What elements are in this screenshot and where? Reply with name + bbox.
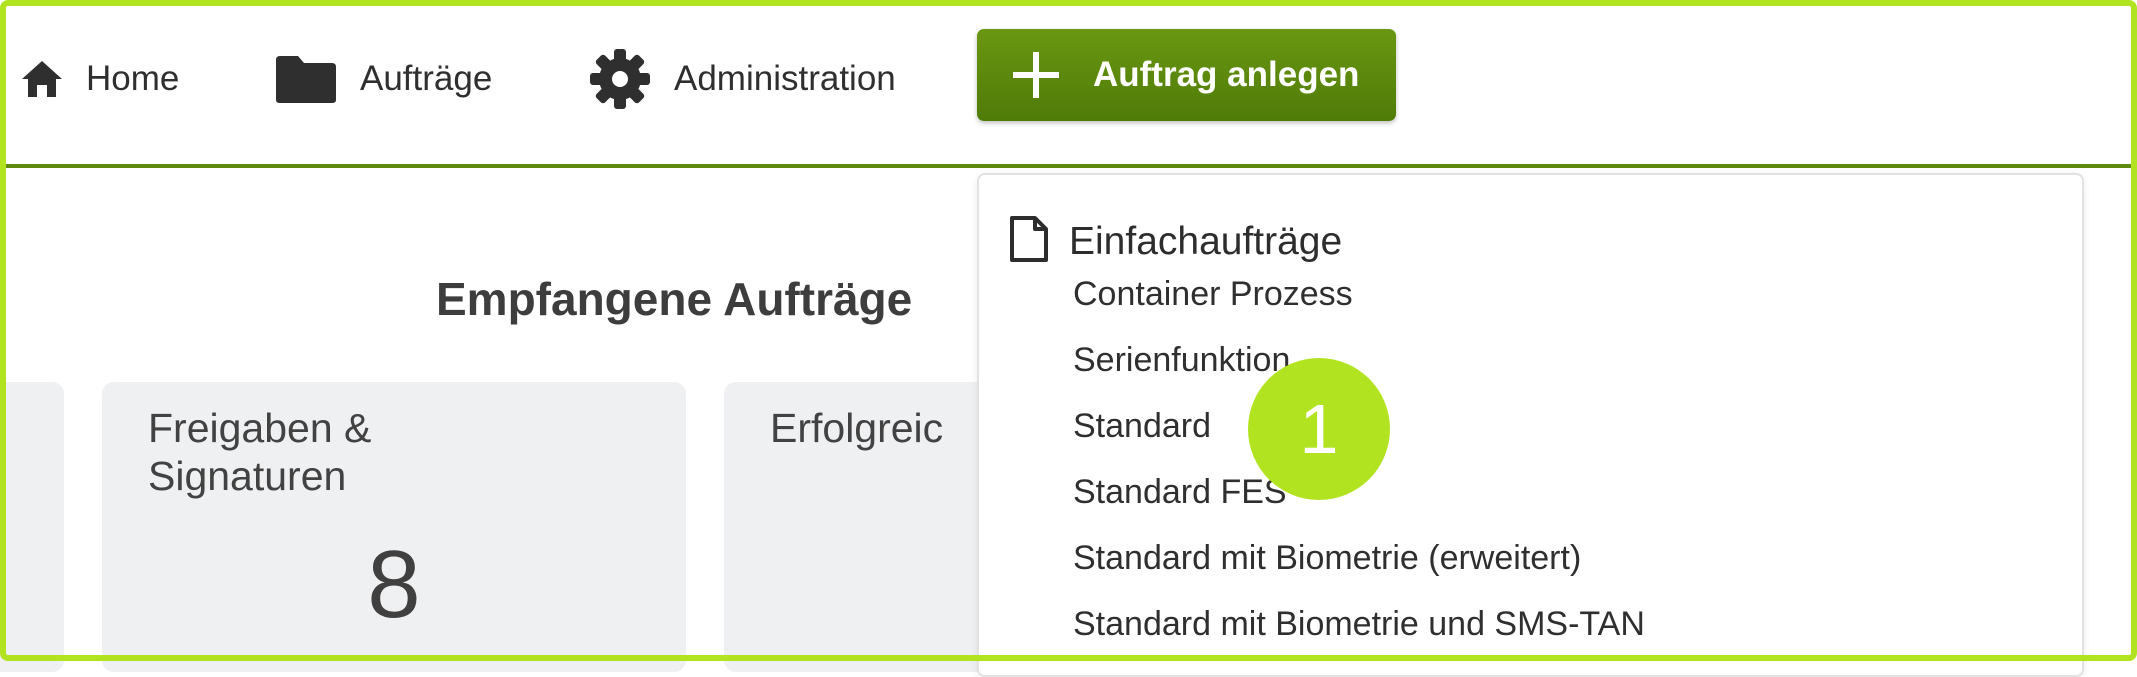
dropdown-item-standard[interactable]: Standard bbox=[1073, 407, 1211, 446]
nav-home[interactable]: Home bbox=[20, 44, 179, 114]
approvals-count: 8 bbox=[367, 531, 421, 638]
dropdown-item-series-function[interactable]: Serienfunktion bbox=[1073, 341, 1290, 380]
home-icon bbox=[20, 59, 64, 99]
callout-badge: 1 bbox=[1248, 358, 1390, 500]
document-icon bbox=[1009, 215, 1049, 268]
dropdown-item-standard-fes[interactable]: Standard FES bbox=[1073, 473, 1287, 512]
create-order-dropdown: Einfachaufträge Container Prozess Serien… bbox=[977, 173, 2084, 677]
approvals-card-title: Freigaben & Signaturen bbox=[148, 405, 372, 499]
dropdown-item-container-process[interactable]: Container Prozess bbox=[1073, 275, 1353, 314]
create-order-label: Auftrag anlegen bbox=[1093, 55, 1360, 94]
dropdown-item-biometrics-sms-tan[interactable]: Standard mit Biometrie und SMS-TAN bbox=[1073, 605, 1645, 644]
gear-icon bbox=[588, 47, 652, 111]
nav-orders[interactable]: Aufträge bbox=[274, 44, 492, 114]
dropdown-group-label: Einfachaufträge bbox=[1069, 219, 1343, 263]
top-navigation: Home Aufträge Administration Auftrag anl… bbox=[6, 6, 2131, 168]
dropdown-item-biometrics-extended[interactable]: Standard mit Biometrie (erweitert) bbox=[1073, 539, 1581, 578]
create-order-button[interactable]: Auftrag anlegen bbox=[977, 29, 1396, 121]
nav-orders-label: Aufträge bbox=[360, 59, 493, 98]
dropdown-group-header: Einfachaufträge bbox=[1009, 215, 1342, 268]
nav-home-label: Home bbox=[86, 59, 180, 98]
plus-icon bbox=[1013, 52, 1059, 98]
dashboard-card-left[interactable] bbox=[0, 382, 64, 672]
section-title: Empfangene Aufträge bbox=[436, 273, 913, 325]
nav-admin-label: Administration bbox=[674, 59, 896, 98]
folder-icon bbox=[274, 54, 338, 104]
nav-admin[interactable]: Administration bbox=[588, 44, 896, 114]
